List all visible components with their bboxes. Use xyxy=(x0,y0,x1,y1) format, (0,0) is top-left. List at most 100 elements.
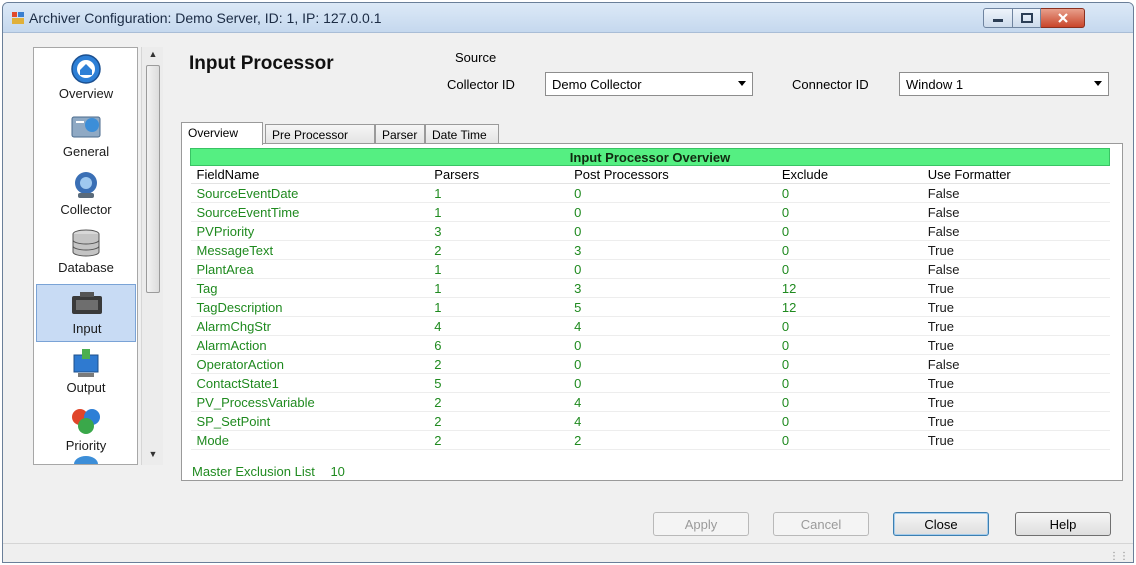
table-cell: 0 xyxy=(568,183,776,203)
table-cell: 4 xyxy=(428,316,569,336)
table-cell: True xyxy=(921,373,1110,393)
table-cell: 1 xyxy=(428,297,569,317)
minimize-icon xyxy=(993,19,1003,22)
table-row[interactable]: Tag 1 3 12 True xyxy=(190,278,1110,298)
table-cell: 3 xyxy=(568,240,776,260)
table-cell: 0 xyxy=(568,221,776,241)
close-button[interactable]: Close xyxy=(893,512,989,536)
column-header[interactable]: Exclude xyxy=(775,165,922,184)
table-row[interactable]: SourceEventDate 1 0 0 False xyxy=(190,183,1110,203)
table-cell: 0 xyxy=(775,316,922,336)
nav-item-collector[interactable]: Collector xyxy=(36,166,136,224)
table-cell: TagDescription xyxy=(190,297,429,317)
nav-item-label: Overview xyxy=(58,86,114,101)
table-row[interactable]: SP_SetPoint 2 4 0 True xyxy=(190,411,1110,431)
general-icon xyxy=(71,116,101,138)
nav-item-database[interactable]: Database xyxy=(36,224,136,282)
table-cell: True xyxy=(921,278,1110,298)
table-cell: 0 xyxy=(775,221,922,241)
chevron-down-icon xyxy=(1094,81,1102,86)
help-button[interactable]: Help xyxy=(1015,512,1111,536)
resize-grip-icon[interactable]: ⋮⋮ xyxy=(1109,551,1129,562)
table-cell: True xyxy=(921,430,1110,450)
nav-item-priority[interactable]: Priority xyxy=(36,402,136,460)
table-cell: 1 xyxy=(428,202,569,222)
table-cell: AlarmAction xyxy=(190,335,429,355)
table-cell: 0 xyxy=(775,354,922,374)
master-exclusion-count: 10 xyxy=(330,464,345,479)
table-cell: Mode xyxy=(190,430,429,450)
table-cell: 1 xyxy=(428,278,569,298)
table-cell: 2 xyxy=(568,430,776,450)
table-cell: 0 xyxy=(775,411,922,431)
table-cell: 2 xyxy=(428,411,569,431)
scroll-up-arrow-icon[interactable]: ▲ xyxy=(142,49,164,63)
table-cell: False xyxy=(921,221,1110,241)
nav-item-output[interactable]: Output xyxy=(36,344,136,402)
nav-item-label: Collector xyxy=(60,202,112,217)
table-cell: False xyxy=(921,202,1110,222)
input-processor-grid[interactable]: Input Processor Overview FieldName Parse… xyxy=(190,148,1110,450)
table-cell: 5 xyxy=(428,373,569,393)
scroll-thumb[interactable] xyxy=(146,65,160,293)
nav-scrollbar[interactable]: ▲ ▼ xyxy=(141,47,163,465)
table-row[interactable]: ContactState1 5 0 0 True xyxy=(190,373,1110,393)
status-bar: ⋮⋮ xyxy=(3,543,1133,562)
table-cell: MessageText xyxy=(190,240,429,260)
column-header[interactable]: Use Formatter xyxy=(921,165,1110,184)
collector-icon xyxy=(75,172,97,198)
close-window-button[interactable] xyxy=(1041,8,1085,28)
column-header[interactable]: FieldName xyxy=(190,165,429,184)
scroll-down-arrow-icon[interactable]: ▼ xyxy=(142,449,164,463)
connector-id-value: Window 1 xyxy=(906,77,964,92)
collector-id-select[interactable]: Demo Collector xyxy=(545,72,753,96)
table-row[interactable]: Mode 2 2 0 True xyxy=(190,430,1110,450)
cancel-button[interactable]: Cancel xyxy=(773,512,869,536)
grid-caption: Input Processor Overview xyxy=(190,148,1110,166)
table-cell: True xyxy=(921,392,1110,412)
table-cell: SourceEventDate xyxy=(190,183,429,203)
nav-item-label: General xyxy=(62,144,110,159)
nav-item-general[interactable]: General xyxy=(36,108,136,166)
nav-item-input[interactable]: Input xyxy=(36,284,136,342)
chevron-down-icon xyxy=(738,81,746,86)
tab-overview[interactable]: Overview xyxy=(181,122,263,145)
table-cell: 4 xyxy=(568,411,776,431)
column-header[interactable]: Parsers xyxy=(428,165,569,184)
table-cell: 0 xyxy=(775,259,922,279)
tab-date-time[interactable]: Date Time xyxy=(425,124,499,144)
table-cell: 5 xyxy=(568,297,776,317)
title-bar[interactable]: Archiver Configuration: Demo Server, ID:… xyxy=(3,3,1133,33)
table-cell: False xyxy=(921,259,1110,279)
nav-item-overview[interactable]: Overview xyxy=(36,50,136,108)
collector-id-label: Collector ID xyxy=(447,77,515,92)
tab-pre-processor[interactable]: Pre Processor xyxy=(265,124,375,144)
table-row[interactable]: PV_ProcessVariable 2 4 0 True xyxy=(190,392,1110,412)
master-exclusion-list[interactable]: Master Exclusion List 10 xyxy=(192,464,345,479)
table-row[interactable]: TagDescription 1 5 12 True xyxy=(190,297,1110,317)
table-cell: 6 xyxy=(428,335,569,355)
apply-button[interactable]: Apply xyxy=(653,512,749,536)
table-row[interactable]: PVPriority 3 0 0 False xyxy=(190,221,1110,241)
overview-icon xyxy=(71,54,101,84)
master-exclusion-label: Master Exclusion List xyxy=(192,464,315,479)
column-header[interactable]: Post Processors xyxy=(568,165,776,184)
table-row[interactable]: AlarmChgStr 4 4 0 True xyxy=(190,316,1110,336)
table-cell: True xyxy=(921,411,1110,431)
partial-nav-icon xyxy=(74,456,98,464)
table-cell: False xyxy=(921,354,1110,374)
minimize-button[interactable] xyxy=(983,8,1013,28)
connector-id-select[interactable]: Window 1 xyxy=(899,72,1109,96)
table-row[interactable]: MessageText 2 3 0 True xyxy=(190,240,1110,260)
table-row[interactable]: AlarmAction 6 0 0 True xyxy=(190,335,1110,355)
table-cell: 2 xyxy=(428,240,569,260)
table-cell: 0 xyxy=(568,202,776,222)
table-row[interactable]: SourceEventTime 1 0 0 False xyxy=(190,202,1110,222)
table-row[interactable]: PlantArea 1 0 0 False xyxy=(190,259,1110,279)
grid-body: SourceEventDate 1 0 0 False SourceEventTime 1 0… xyxy=(190,183,1110,450)
maximize-button[interactable] xyxy=(1013,8,1041,28)
collector-id-value: Demo Collector xyxy=(552,77,642,92)
table-row[interactable]: OperatorAction 2 0 0 False xyxy=(190,354,1110,374)
table-cell: 2 xyxy=(428,392,569,412)
tab-parser[interactable]: Parser xyxy=(375,124,425,144)
